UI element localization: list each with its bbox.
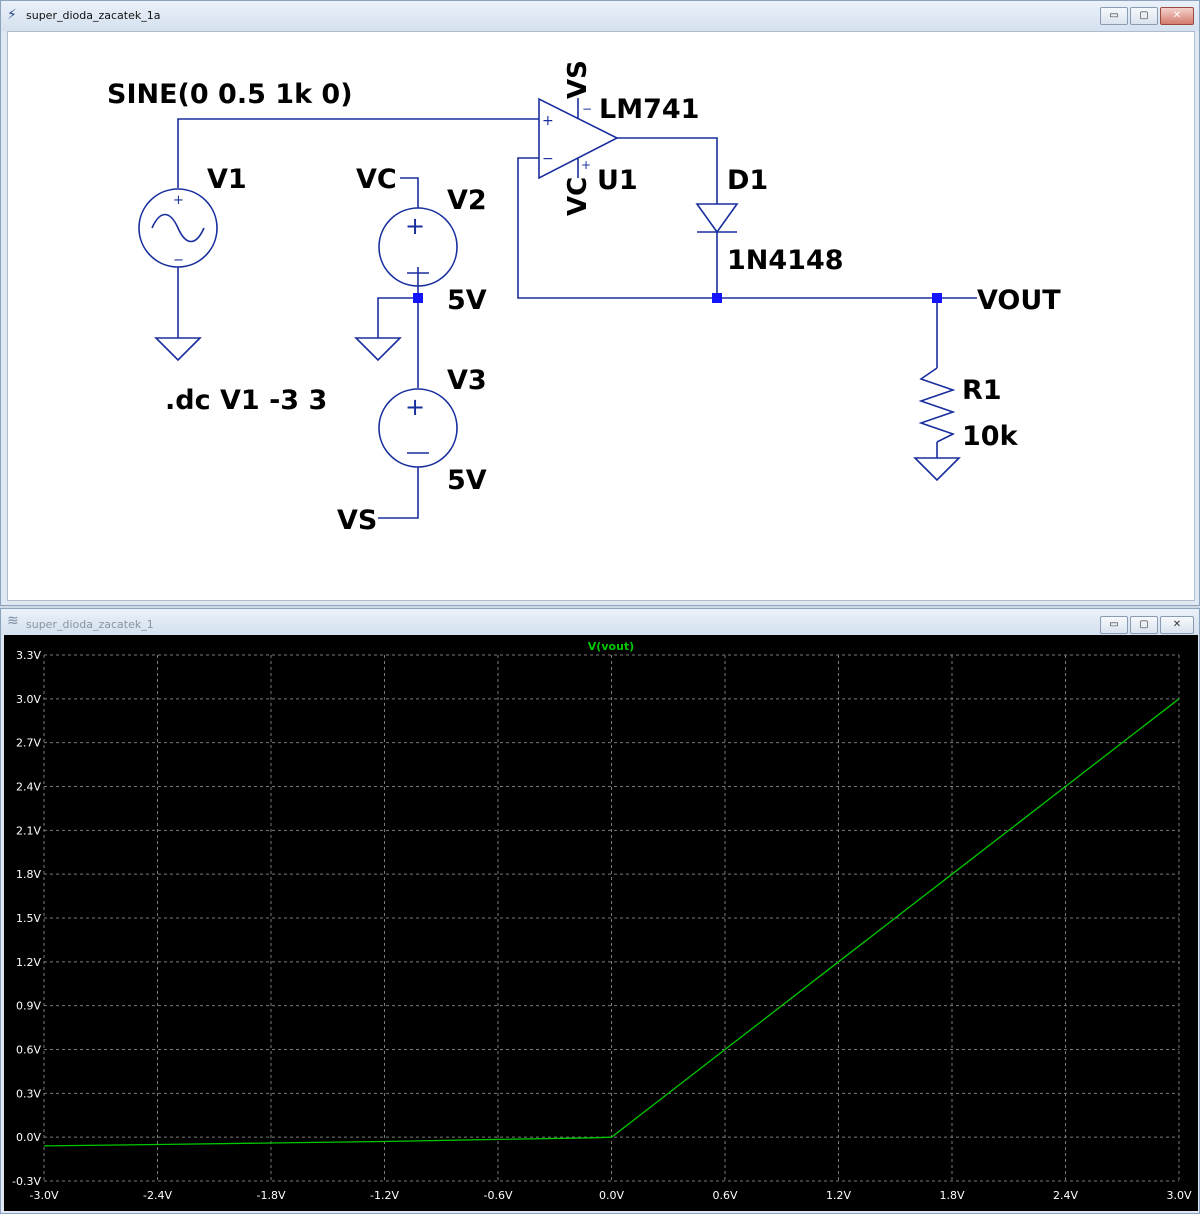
y-tick-label: 0.3V — [16, 1087, 41, 1100]
plot-close-button[interactable]: ✕ — [1160, 616, 1194, 634]
schematic-icon: ⚡ — [7, 7, 17, 23]
v3-voltage-source[interactable]: + — [378, 388, 458, 468]
trace-title[interactable]: V(vout) — [588, 640, 634, 653]
y-tick-label: 1.5V — [16, 912, 41, 925]
maximize-button[interactable]: ▢ — [1130, 7, 1158, 25]
v1-label[interactable]: V1 — [207, 164, 247, 195]
schematic-window: ⚡ super_dioda_zacatek_1a ▭ ▢ ✕ + − + + +… — [0, 0, 1200, 606]
y-tick-label: 0.9V — [16, 1000, 41, 1013]
schematic-title: super_dioda_zacatek_1a — [26, 9, 161, 22]
minimize-button[interactable]: ▭ — [1100, 7, 1128, 25]
svg-text:−: − — [542, 151, 554, 167]
x-tick-label: 1.8V — [939, 1189, 964, 1202]
diode-model-label[interactable]: 1N4148 — [727, 245, 844, 276]
opamp-vc-pin-label: VC — [563, 177, 593, 216]
source-spec-label[interactable]: SINE(0 0.5 1k 0) — [107, 79, 353, 110]
y-tick-label: 0.0V — [16, 1131, 41, 1144]
x-tick-label: -2.4V — [143, 1189, 172, 1202]
svg-text:+: + — [542, 113, 554, 129]
dc-directive[interactable]: .dc V1 -3 3 — [165, 385, 327, 416]
v2-label[interactable]: V2 — [447, 185, 487, 216]
plot-maximize-button[interactable]: ▢ — [1130, 616, 1158, 634]
y-tick-label: 2.7V — [16, 737, 41, 750]
y-tick-label: 2.1V — [16, 824, 41, 837]
diode-name-label[interactable]: D1 — [727, 165, 768, 196]
waveform-plot[interactable]: -3.0V -2.4V -1.8V -1.2V -0.6V 0.0V 0.6V 1.2V 1.8… — [4, 635, 1198, 1211]
x-tick-label: -1.2V — [370, 1189, 399, 1202]
svg-text:+: + — [173, 193, 184, 208]
vs-net-label[interactable]: VS — [337, 505, 377, 536]
waveform-title: super_dioda_zacatek_1 — [26, 618, 154, 631]
y-tick-label: 0.6V — [16, 1044, 41, 1057]
schematic-drawing: + − + + + − − + SINE(0 0.5 1k 0) V1 VC V… — [107, 60, 1061, 536]
y-tick-label: 1.2V — [16, 956, 41, 969]
y-tick-label: -0.3V — [12, 1175, 41, 1188]
y-tick-label: 3.0V — [16, 693, 41, 706]
v2-value[interactable]: 5V — [447, 285, 487, 316]
schematic-titlebar[interactable]: ⚡ super_dioda_zacatek_1a ▭ ▢ ✕ — [1, 1, 1199, 31]
svg-text:+: + — [581, 158, 591, 172]
v3-label[interactable]: V3 — [447, 365, 487, 396]
diode-d1[interactable] — [695, 203, 739, 234]
schematic-canvas[interactable]: + − + + + − − + SINE(0 0.5 1k 0) V1 VC V… — [7, 31, 1195, 601]
plot-background — [4, 635, 1198, 1211]
y-tick-label: 3.3V — [16, 649, 41, 662]
plot-minimize-button[interactable]: ▭ — [1100, 616, 1128, 634]
x-tick-label: -0.6V — [484, 1189, 513, 1202]
opamp-name-label[interactable]: U1 — [597, 165, 638, 196]
v3-value[interactable]: 5V — [447, 465, 487, 496]
close-button[interactable]: ✕ — [1160, 7, 1194, 25]
svg-text:−: − — [173, 253, 184, 268]
opamp-vs-pin-label: VS — [563, 60, 593, 99]
r1-name-label[interactable]: R1 — [962, 375, 1002, 406]
vout-net-label[interactable]: VOUT — [977, 285, 1061, 316]
waveform-icon: ≋ — [7, 613, 19, 629]
v1-sine-source[interactable]: + − — [138, 188, 218, 268]
y-tick-label: 1.8V — [16, 868, 41, 881]
x-tick-label: 3.0V — [1166, 1189, 1191, 1202]
x-tick-label: -3.0V — [30, 1189, 59, 1202]
svg-text:+: + — [405, 393, 425, 421]
vc-net-label[interactable]: VC — [356, 164, 397, 195]
x-tick-label: 1.2V — [826, 1189, 851, 1202]
y-tick-label: 2.4V — [16, 781, 41, 794]
r1-value-label[interactable]: 10k — [962, 421, 1019, 452]
svg-text:−: − — [582, 102, 592, 116]
x-tick-label: 0.0V — [599, 1189, 624, 1202]
x-tick-label: -1.8V — [257, 1189, 286, 1202]
svg-text:+: + — [405, 212, 425, 240]
x-tick-label: 0.6V — [712, 1189, 737, 1202]
waveform-titlebar[interactable]: ≋ super_dioda_zacatek_1 ▭ ▢ ✕ — [1, 609, 1199, 635]
x-tick-label: 2.4V — [1053, 1189, 1078, 1202]
waveform-window: ≋ super_dioda_zacatek_1 ▭ ▢ ✕ -3.0V -2.4V… — [0, 608, 1200, 1214]
opamp-model-label[interactable]: LM741 — [599, 94, 699, 125]
